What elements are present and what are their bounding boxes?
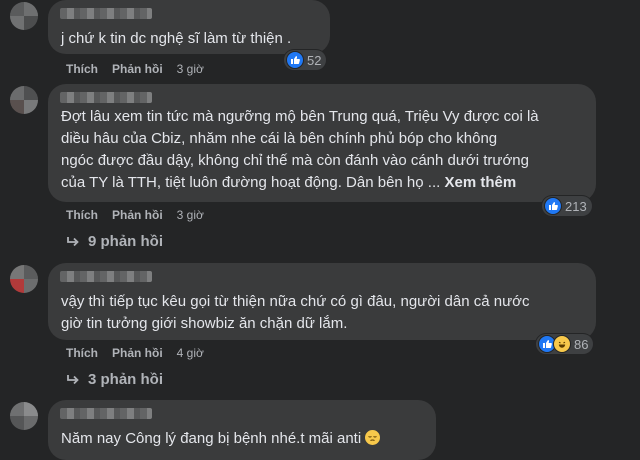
reaction-count: 52 — [307, 52, 322, 68]
comment-bubble: Năm nay Công lý đang bị bệnh nhé.t mãi a… — [48, 400, 436, 460]
view-replies-button[interactable]: 9 phản hồi — [66, 233, 163, 250]
pensive-emoji-icon — [365, 430, 381, 445]
commenter-name[interactable] — [60, 408, 152, 419]
reply-button[interactable]: Phản hồi — [112, 208, 163, 222]
replies-count: 3 phản hồi — [88, 371, 163, 388]
comment-bubble: j chứ k tin dc nghệ sĩ làm từ thiện . — [48, 0, 330, 54]
avatar[interactable] — [10, 402, 38, 430]
reply-arrow-icon — [67, 236, 79, 246]
avatar[interactable] — [10, 265, 38, 293]
like-button[interactable]: Thích — [66, 346, 98, 360]
comment-time[interactable]: 3 giờ — [177, 208, 204, 222]
like-button[interactable]: Thích — [66, 208, 98, 222]
like-icon — [544, 197, 562, 215]
comment-time[interactable]: 4 giờ — [177, 346, 204, 360]
commenter-name[interactable] — [60, 8, 152, 19]
commenter-name[interactable] — [60, 271, 152, 282]
reaction-summary[interactable]: 52 — [284, 50, 327, 70]
reply-arrow-icon — [67, 374, 79, 384]
reaction-count: 86 — [574, 336, 589, 352]
comment-text: vậy thì tiếp tục kêu gọi từ thiện nữa ch… — [61, 293, 530, 332]
comment-text: Đợt lâu xem tin tức mà ngưỡng mộ bên Tru… — [61, 106, 591, 194]
commenter-name[interactable] — [60, 92, 152, 103]
avatar[interactable] — [10, 86, 38, 114]
comment-bubble: vậy thì tiếp tục kêu gọi từ thiện nữa ch… — [48, 263, 596, 340]
like-button[interactable]: Thích — [66, 62, 98, 76]
comment-time[interactable]: 3 giờ — [177, 62, 204, 76]
avatar[interactable] — [10, 2, 38, 30]
comment-actions: Thích Phản hồi 4 giờ — [66, 346, 204, 360]
comment-actions: Thích Phản hồi 3 giờ — [66, 208, 204, 222]
view-replies-button[interactable]: 3 phản hồi — [66, 371, 163, 388]
see-more-link[interactable]: Xem thêm — [444, 174, 516, 191]
comment-actions: Thích Phản hồi 3 giờ — [66, 62, 204, 76]
replies-count: 9 phản hồi — [88, 233, 163, 250]
haha-icon — [553, 335, 571, 353]
comment-body: Năm nay Công lý đang bị bệnh nhé.t mãi a… — [61, 430, 362, 447]
comment-bubble: Đợt lâu xem tin tức mà ngưỡng mộ bên Tru… — [48, 84, 596, 202]
reply-button[interactable]: Phản hồi — [112, 62, 163, 76]
reaction-summary[interactable]: 86 — [536, 334, 594, 354]
comment-text: Năm nay Công lý đang bị bệnh nhé.t mãi a… — [61, 428, 381, 450]
reply-button[interactable]: Phản hồi — [112, 346, 163, 360]
reaction-summary[interactable]: 213 — [542, 196, 592, 216]
like-icon — [286, 51, 304, 69]
reaction-count: 213 — [565, 198, 587, 214]
comment-text: j chứ k tin dc nghệ sĩ làm từ thiện . — [61, 30, 292, 47]
